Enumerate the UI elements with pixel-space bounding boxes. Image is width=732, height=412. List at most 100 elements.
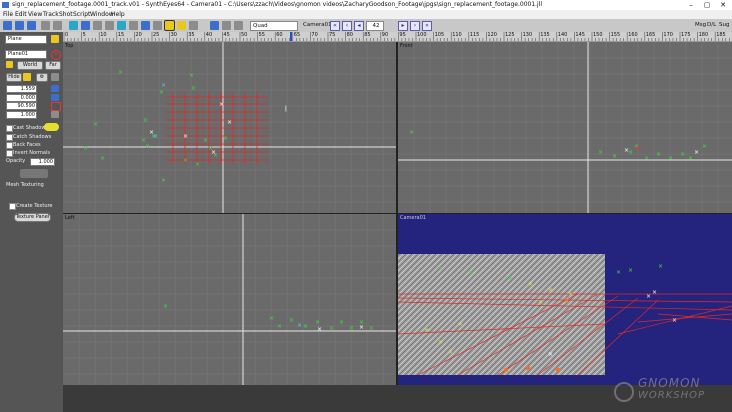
camera-view-icon[interactable] xyxy=(81,21,90,30)
ruler-tick-label: 40 xyxy=(205,32,213,38)
lens-icon[interactable] xyxy=(141,21,150,30)
back-faces-checkbox[interactable] xyxy=(6,142,13,149)
world-button[interactable]: World xyxy=(17,61,43,70)
shadow-color-swatch[interactable] xyxy=(44,123,59,131)
svg-text:×: × xyxy=(100,155,105,162)
opacity-field[interactable]: 1.000 xyxy=(30,158,55,166)
next-frame-button[interactable]: ▸ xyxy=(398,21,408,31)
time-ruler[interactable]: 0 5 10 15 20 25 30 35 40 45 50 55 60 65 70 75 80 85 90 95 10… xyxy=(62,32,732,42)
front-viewport[interactable]: Front × × × × × × × × × × × × × xyxy=(398,42,732,213)
phase-icon[interactable] xyxy=(189,21,198,30)
menu-file[interactable]: File xyxy=(3,11,13,18)
save-file-icon[interactable] xyxy=(27,21,36,30)
svg-text:×: × xyxy=(652,289,657,296)
svg-text:×: × xyxy=(297,322,302,329)
svg-text:×: × xyxy=(223,135,228,142)
undo-icon[interactable] xyxy=(41,21,50,30)
top-viewport[interactable]: Top × × × × × × × × × × × × × × × × × × × × × × × ǀ xyxy=(63,42,396,213)
ruler-tick-label: 90 xyxy=(381,32,389,38)
reset-button[interactable] xyxy=(20,169,48,178)
scale-icon[interactable] xyxy=(51,102,61,111)
hide-button[interactable]: Hide xyxy=(6,73,22,82)
menu-script[interactable]: Script xyxy=(73,11,90,18)
frame-field[interactable]: 42 xyxy=(366,21,384,31)
create-mesh-icon[interactable] xyxy=(51,35,59,43)
mesh-icon[interactable] xyxy=(164,20,175,31)
zoom-icon[interactable] xyxy=(222,21,231,30)
snap-icon[interactable] xyxy=(51,73,59,81)
settings-button[interactable]: ⚙ xyxy=(36,73,48,82)
camera-viewport-scene: ××× ××× ××× ××× ×× ××× ×× xyxy=(398,254,732,376)
invert-normals-checkbox[interactable] xyxy=(6,150,13,157)
graph-icon[interactable] xyxy=(93,21,102,30)
ruler-tick-label: 100 xyxy=(417,32,427,38)
texture-panel-button[interactable]: Texture Panel xyxy=(14,213,51,222)
new-file-icon[interactable] xyxy=(3,21,12,30)
catch-shadows-checkbox[interactable] xyxy=(6,134,13,141)
svg-text:×: × xyxy=(688,155,693,162)
close-button[interactable]: ✕ xyxy=(715,0,731,10)
select-icon[interactable] xyxy=(105,21,114,30)
prev-frame-button[interactable]: ◂ xyxy=(354,21,364,31)
pan-icon[interactable] xyxy=(234,21,243,30)
ruler-tick-label: 145 xyxy=(575,32,585,38)
svg-text:×: × xyxy=(658,263,663,270)
menu-view[interactable]: View xyxy=(28,11,42,18)
move-icon[interactable] xyxy=(51,85,59,92)
menu-shot[interactable]: Shot xyxy=(59,11,73,18)
open-file-icon[interactable] xyxy=(15,21,24,30)
camera-viewport[interactable]: Camera01 × × × × × × × × × × × × × × × ×… xyxy=(398,214,732,385)
left-viewport[interactable]: Left × × × × × × × × × × × × × × xyxy=(63,214,396,385)
dl-label[interactable]: D/L xyxy=(707,22,716,28)
delete-icon[interactable]: ✕ xyxy=(51,50,61,60)
svg-text:×: × xyxy=(409,129,414,136)
view-mode-select[interactable]: Quad xyxy=(250,21,298,31)
track-icon[interactable] xyxy=(69,21,78,30)
menu-edit[interactable]: Edit xyxy=(15,11,27,18)
next-key-button[interactable]: › xyxy=(410,21,420,31)
redo-icon[interactable] xyxy=(53,21,62,30)
svg-text:×: × xyxy=(143,117,148,124)
object-type-select[interactable]: Plane xyxy=(5,35,47,44)
svg-text:×: × xyxy=(424,327,429,334)
playhead[interactable] xyxy=(290,32,292,41)
lock-icon[interactable] xyxy=(23,73,31,81)
sug-label[interactable]: Sug xyxy=(719,22,729,28)
rotation-field[interactable]: 0.000 xyxy=(6,94,37,102)
svg-text:×: × xyxy=(616,269,621,276)
svg-text:×: × xyxy=(93,121,98,128)
create-texture-checkbox[interactable] xyxy=(9,203,16,210)
rotate-icon[interactable] xyxy=(51,94,59,101)
ruler-tick-label: 180 xyxy=(698,32,709,38)
light-icon[interactable] xyxy=(177,21,186,30)
object-name-select[interactable]: Plane01 xyxy=(5,50,47,59)
far-button[interactable]: Far xyxy=(45,61,61,70)
viewport-divider-horizontal[interactable] xyxy=(63,213,732,214)
angle-field[interactable]: 90.590 xyxy=(6,102,37,110)
color-swatch-icon[interactable] xyxy=(6,61,13,68)
menu-track[interactable]: Track xyxy=(43,11,59,18)
wrench-icon[interactable] xyxy=(51,111,59,118)
maximize-button[interactable]: ▢ xyxy=(699,0,715,10)
svg-text:×: × xyxy=(161,177,166,184)
svg-text:×: × xyxy=(203,137,208,144)
ruler-tick-label: 95 xyxy=(399,32,406,38)
size-field[interactable]: 1.000 xyxy=(6,111,37,119)
coords-icon[interactable] xyxy=(129,21,138,30)
go-end-button[interactable]: » xyxy=(422,21,432,31)
msg-label[interactable]: Msg xyxy=(695,22,706,28)
arrow-right-icon[interactable] xyxy=(210,21,219,30)
cast-shadow-checkbox[interactable] xyxy=(6,125,13,132)
svg-text:×: × xyxy=(159,89,164,96)
back-faces-label: Back Faces xyxy=(13,142,41,148)
svg-text:×: × xyxy=(508,275,513,282)
ruler-tick-label: 165 xyxy=(645,32,656,38)
go-start-button[interactable]: « xyxy=(330,21,340,31)
position-field[interactable]: 1.559 xyxy=(6,85,37,93)
ruler-tick-label: 135 xyxy=(540,32,550,38)
prev-key-button[interactable]: ‹ xyxy=(342,21,352,31)
minimize-button[interactable]: – xyxy=(683,0,699,10)
solver-icon[interactable] xyxy=(117,21,126,30)
shot-icon[interactable] xyxy=(153,21,162,30)
menu-help[interactable]: Help xyxy=(111,11,125,18)
